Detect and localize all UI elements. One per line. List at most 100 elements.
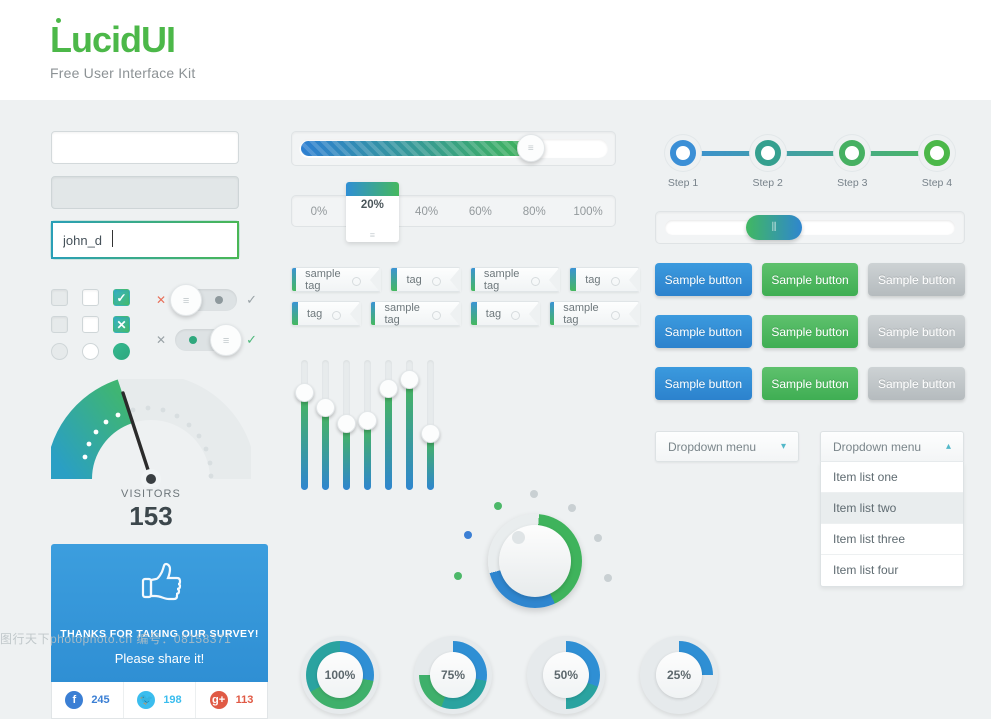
checkbox-unchecked[interactable] — [82, 289, 99, 306]
text-input-disabled[interactable] — [51, 176, 239, 209]
pct-tab-selected[interactable]: 20% — [345, 182, 400, 242]
checkbox-x-marked[interactable]: ✕ — [113, 316, 130, 333]
tag-item[interactable]: tag — [569, 267, 640, 293]
brand-tagline: Free User Interface Kit — [50, 65, 196, 81]
eq-slider[interactable] — [358, 360, 377, 490]
pct-tab-4[interactable]: 80% — [507, 196, 561, 226]
range-handle[interactable] — [746, 215, 803, 240]
eq-knob[interactable] — [421, 424, 440, 444]
step-circle[interactable] — [923, 140, 950, 166]
social-twitter[interactable]: 🐦 198 — [124, 682, 196, 718]
twitter-count: 198 — [163, 694, 182, 706]
pct-tab-0[interactable]: 0% — [292, 196, 346, 226]
step-circle[interactable] — [670, 140, 696, 166]
tag-item[interactable]: tag — [469, 301, 541, 327]
tag-notch — [370, 267, 382, 293]
pct-tab-2[interactable]: 40% — [400, 196, 454, 226]
step-item[interactable]: Step 1 — [655, 131, 711, 189]
dropdown-open: Dropdown menu ▴ Item list one Item list … — [820, 431, 964, 587]
thumbs-up-svg — [141, 562, 181, 601]
eq-slider[interactable] — [316, 360, 335, 490]
tag-notch — [529, 301, 541, 327]
sample-button-gray[interactable]: Sample button — [868, 263, 966, 296]
eq-knob[interactable] — [295, 382, 314, 402]
eq-slider[interactable] — [337, 360, 356, 490]
progress-handle[interactable] — [516, 134, 545, 162]
button-row-3: Sample button Sample button Sample butto… — [655, 367, 966, 400]
dropdown-item[interactable]: Item list four — [821, 555, 963, 586]
tag-notch — [350, 301, 362, 327]
eq-knob[interactable] — [400, 369, 419, 389]
checkbox-unchecked-2[interactable] — [82, 316, 99, 333]
sample-button-green[interactable]: Sample button — [761, 367, 859, 400]
progress-track[interactable] — [299, 134, 608, 162]
button-row-2: Sample button Sample button Sample butto… — [655, 315, 966, 348]
chevron-down-icon: ▾ — [780, 441, 786, 452]
sample-button-green[interactable]: Sample button — [761, 315, 859, 348]
eq-knob[interactable] — [316, 398, 335, 418]
sample-button-green[interactable]: Sample button — [761, 263, 859, 296]
progress-slider[interactable] — [291, 131, 616, 166]
tag-row-1: sample tag tag sample tag tag — [291, 267, 640, 293]
knob-indicator — [512, 531, 525, 544]
gauge-label: VISITORS — [121, 488, 181, 500]
pct-tab-3[interactable]: 60% — [453, 196, 507, 226]
range-slider[interactable] — [655, 211, 965, 244]
eq-knob[interactable] — [358, 411, 377, 431]
dropdown-item-highlighted[interactable]: Item list two — [821, 493, 963, 524]
eq-slider[interactable] — [400, 360, 419, 490]
checkbox-checked[interactable]: ✓ — [113, 289, 130, 306]
sample-button-gray[interactable]: Sample button — [868, 315, 966, 348]
tag-item[interactable]: sample tag — [549, 301, 640, 327]
toggle-row-off: ✕ ✓ — [156, 284, 257, 316]
toggle-dot-gray — [215, 296, 224, 304]
toggle-dot-green — [189, 336, 198, 344]
social-googleplus[interactable]: g+ 113 — [196, 682, 267, 718]
sample-button-blue[interactable]: Sample button — [655, 263, 752, 296]
column-controls: 0% 40% 60% 80% 100% 20% sample tag tag s… — [291, 131, 718, 714]
tag-item[interactable]: sample tag — [370, 301, 461, 327]
pct-tab-5[interactable]: 100% — [561, 196, 615, 226]
knob-dot-gray — [604, 574, 612, 582]
checkbox-disabled[interactable] — [51, 289, 68, 306]
toggle-switch-on[interactable] — [175, 324, 243, 356]
toggle-switch-off[interactable] — [170, 284, 238, 316]
tag-item[interactable]: sample tag — [291, 267, 382, 293]
radio-unselected[interactable] — [82, 343, 99, 360]
dropdown-closed-header[interactable]: Dropdown menu ▾ — [655, 431, 799, 462]
eq-slider[interactable] — [421, 360, 440, 490]
sample-button-blue[interactable]: Sample button — [655, 315, 752, 348]
eq-slider[interactable] — [379, 360, 398, 490]
text-input-default[interactable] — [51, 131, 239, 164]
step-item[interactable]: Step 3 — [824, 131, 880, 189]
x-icon: ✕ — [156, 293, 167, 307]
text-input-focused[interactable] — [51, 221, 239, 259]
social-facebook[interactable]: f 245 — [52, 682, 124, 718]
dropdown-open-header[interactable]: Dropdown menu ▴ — [820, 431, 964, 462]
step-item[interactable]: Step 2 — [740, 131, 796, 189]
dropdown-item[interactable]: Item list one — [821, 462, 963, 493]
eq-knob[interactable] — [379, 378, 398, 398]
step-circle[interactable] — [754, 140, 781, 166]
toggle-knob-on[interactable] — [210, 324, 243, 356]
radio-selected[interactable] — [113, 343, 130, 360]
step-item[interactable]: Step 4 — [909, 131, 965, 189]
step-circle[interactable] — [839, 140, 866, 166]
sample-button-gray[interactable]: Sample button — [868, 367, 966, 400]
sample-button-blue[interactable]: Sample button — [655, 367, 752, 400]
rotary-knob[interactable] — [488, 514, 582, 608]
radio-disabled[interactable] — [51, 343, 68, 360]
dropdown-item[interactable]: Item list three — [821, 524, 963, 555]
check-icon: ✓ — [246, 292, 257, 307]
button-row-1: Sample button Sample button Sample butto… — [655, 263, 966, 296]
tag-item[interactable]: tag — [390, 267, 461, 293]
range-track[interactable] — [665, 215, 955, 240]
tag-item[interactable]: tag — [291, 301, 362, 327]
tag-label: sample tag — [384, 301, 420, 326]
tag-item[interactable]: sample tag — [469, 267, 561, 293]
eq-knob[interactable] — [337, 413, 356, 433]
watermark: 图行天下photophoto.cn 编号：08158371 — [0, 632, 232, 646]
eq-slider[interactable] — [295, 360, 314, 490]
checkbox-disabled-2[interactable] — [51, 316, 68, 333]
toggle-knob[interactable] — [170, 284, 203, 316]
